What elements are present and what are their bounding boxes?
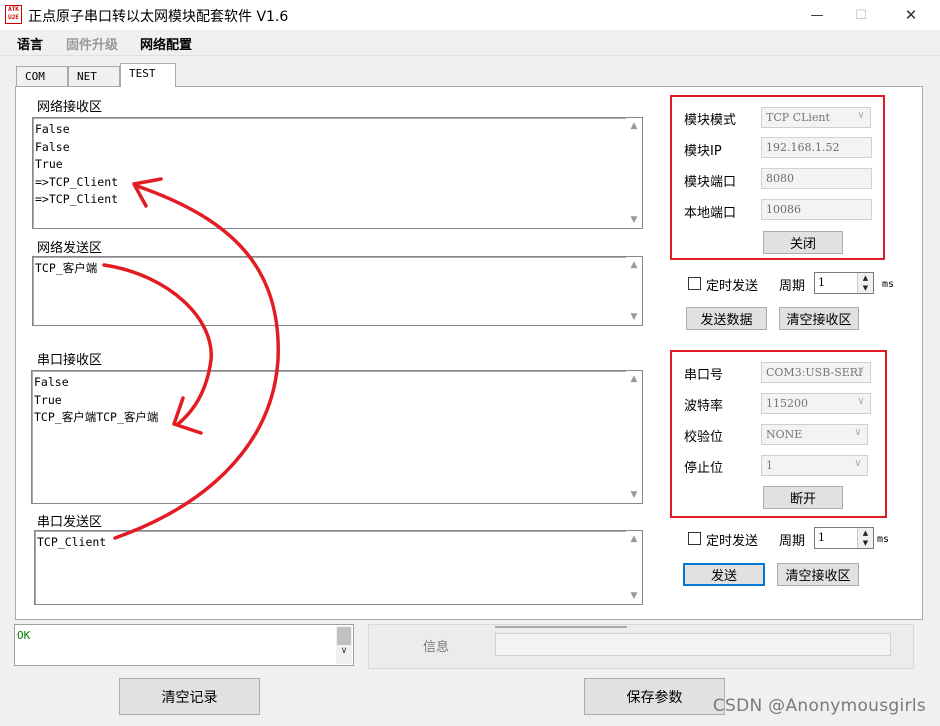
menu-firmware-upgrade[interactable]: 固件升级 (66, 34, 118, 53)
serial-port-select[interactable]: COM3:USB-SERI ∨ (761, 362, 871, 383)
log-scrollbar[interactable]: ∨ (336, 626, 352, 664)
info-label: 信息 (423, 640, 450, 655)
net-period-unit: ms (882, 279, 895, 290)
parity-value: NONE (766, 428, 803, 441)
stop-bits-value: 1 (766, 459, 773, 472)
stepper-arrows-icon[interactable]: ▲ ▼ (857, 273, 873, 293)
serial-period-stepper[interactable]: 1 ▲ ▼ (814, 527, 874, 549)
baud-rate-select[interactable]: 115200 ∨ (761, 393, 871, 414)
net-period-value: 1 (818, 276, 825, 289)
maximize-icon[interactable]: ☐ (838, 0, 884, 30)
scroll-up-icon[interactable]: ▲ (626, 371, 642, 387)
chevron-down-icon: ∨ (857, 365, 865, 376)
tab-com[interactable]: COM (16, 66, 68, 86)
serial-period-label: 周期 (779, 534, 806, 549)
serial-period-value: 1 (818, 531, 825, 544)
scroll-up-icon[interactable]: ▲ (626, 257, 642, 273)
minimize-icon[interactable]: — (794, 0, 840, 30)
tab-net[interactable]: NET (68, 66, 120, 86)
serial-receive-label: 串口接收区 (37, 353, 103, 368)
net-receive-text: False False True =>TCP_Client =>TCP_Clie… (35, 122, 119, 206)
stop-bits-label: 停止位 (684, 461, 724, 476)
module-port-field[interactable]: 8080 (761, 168, 872, 189)
module-ip-field[interactable]: 192.168.1.52 (761, 137, 872, 158)
disconnect-button[interactable]: 断开 (763, 486, 843, 509)
net-send-scrollbar[interactable]: ▲ ▼ (626, 257, 642, 325)
progress-indicator (495, 626, 627, 628)
menu-network-config[interactable]: 网络配置 (140, 34, 192, 53)
net-period-stepper[interactable]: 1 ▲ ▼ (814, 272, 874, 294)
serial-port-label: 串口号 (684, 368, 724, 383)
serial-receive-text: False True TCP_客户端TCP_客户端 (34, 375, 159, 424)
menu-language[interactable]: 语言 (17, 34, 43, 53)
info-field (495, 633, 891, 656)
net-period-label: 周期 (779, 279, 806, 294)
scroll-down-icon[interactable]: ∨ (336, 646, 352, 656)
net-receive-scrollbar[interactable]: ▲ ▼ (626, 118, 642, 228)
serial-clear-receive-button[interactable]: 清空接收区 (777, 563, 859, 586)
baud-rate-value: 115200 (766, 397, 808, 410)
log-box[interactable]: OK ∨ (14, 624, 354, 666)
stepper-arrows-icon[interactable]: ▲ ▼ (857, 528, 873, 548)
serial-send-button[interactable]: 发送 (683, 563, 765, 586)
net-timed-send-checkbox[interactable] (688, 277, 701, 290)
serial-port-value: COM3:USB-SERI (766, 366, 863, 379)
tab-test[interactable]: TEST (120, 63, 176, 87)
close-icon[interactable]: ✕ (888, 0, 934, 30)
chevron-down-icon: ∨ (854, 427, 862, 438)
app-logo-icon: ATK U2E (5, 5, 22, 24)
module-mode-label: 模块模式 (684, 113, 737, 128)
chevron-down-icon: ∨ (854, 458, 862, 469)
serial-receive-textarea[interactable]: False True TCP_客户端TCP_客户端 ▲ ▼ (31, 370, 643, 504)
net-timed-send-label: 定时发送 (706, 279, 759, 294)
log-text: OK (17, 629, 31, 642)
scroll-down-icon[interactable]: ▼ (626, 487, 642, 503)
net-send-text: TCP_客户端 (35, 261, 98, 275)
local-port-field[interactable]: 10086 (761, 199, 872, 220)
scroll-down-icon[interactable]: ▼ (626, 212, 642, 228)
scroll-up-icon[interactable]: ▲ (626, 118, 642, 134)
parity-select[interactable]: NONE ∨ (761, 424, 868, 445)
serial-receive-scrollbar[interactable]: ▲ ▼ (626, 371, 642, 503)
save-params-button[interactable]: 保存参数 (584, 678, 725, 715)
net-receive-label: 网络接收区 (37, 100, 103, 115)
net-send-label: 网络发送区 (37, 241, 103, 256)
window-title: 正点原子串口转以太网模块配套软件 V1.6 (28, 9, 289, 25)
local-port-label: 本地端口 (684, 206, 737, 221)
parity-label: 校验位 (684, 430, 724, 445)
module-mode-value: TCP CLient (766, 111, 830, 124)
net-clear-receive-button[interactable]: 清空接收区 (779, 307, 859, 330)
scroll-up-icon[interactable]: ▲ (626, 531, 642, 547)
serial-timed-send-label: 定时发送 (706, 534, 759, 549)
serial-period-unit: ms (877, 534, 890, 545)
watermark: CSDN @Anonymousgirls (712, 696, 926, 716)
close-connection-button[interactable]: 关闭 (763, 231, 843, 254)
serial-send-label: 串口发送区 (37, 515, 103, 530)
serial-send-textarea[interactable]: TCP_Client ▲ ▼ (34, 530, 643, 605)
module-ip-label: 模块IP (684, 144, 722, 159)
module-mode-select[interactable]: TCP CLient ∨ (761, 107, 871, 128)
chevron-down-icon: ∨ (857, 110, 865, 121)
stop-bits-select[interactable]: 1 ∨ (761, 455, 868, 476)
module-port-label: 模块端口 (684, 175, 737, 190)
serial-timed-send-checkbox[interactable] (688, 532, 701, 545)
serial-send-text: TCP_Client (37, 535, 107, 549)
net-receive-textarea[interactable]: False False True =>TCP_Client =>TCP_Clie… (32, 117, 643, 229)
scroll-down-icon[interactable]: ▼ (626, 588, 642, 604)
clear-log-button[interactable]: 清空记录 (119, 678, 260, 715)
send-data-button[interactable]: 发送数据 (686, 307, 767, 330)
scroll-thumb[interactable] (337, 627, 351, 645)
scroll-down-icon[interactable]: ▼ (626, 309, 642, 325)
net-send-textarea[interactable]: TCP_客户端 ▲ ▼ (32, 256, 643, 326)
baud-rate-label: 波特率 (684, 399, 724, 414)
serial-send-scrollbar[interactable]: ▲ ▼ (626, 531, 642, 604)
chevron-down-icon: ∨ (857, 396, 865, 407)
